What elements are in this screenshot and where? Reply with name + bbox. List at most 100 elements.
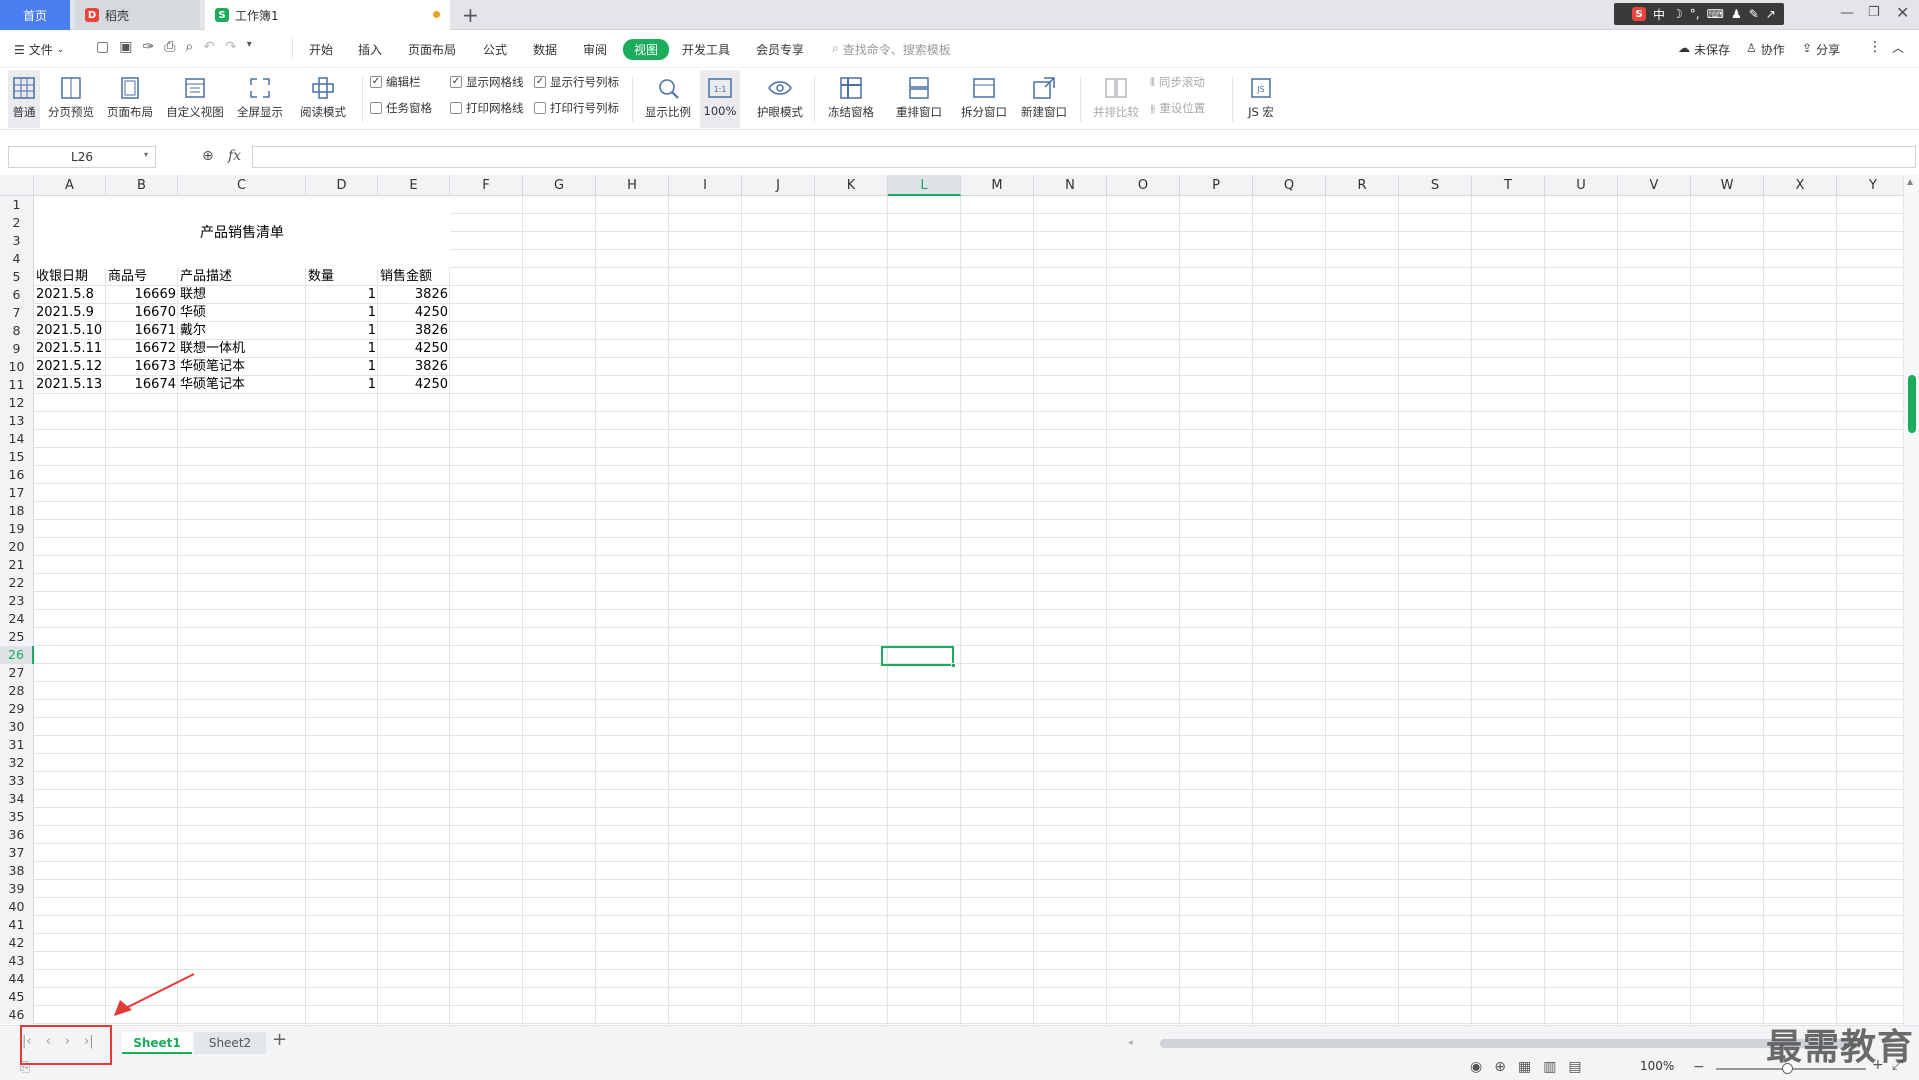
tab-daoke[interactable]: D 稻壳 <box>75 0 200 30</box>
cell-quantity[interactable]: 1 <box>306 376 378 394</box>
freeze-panes-button[interactable]: 冻结窗格 <box>820 70 882 128</box>
cell-quantity[interactable]: 1 <box>306 304 378 322</box>
reading-mode-button[interactable]: 阅读模式 <box>294 70 352 128</box>
row-header-27[interactable]: 27 <box>0 664 34 682</box>
row-header-34[interactable]: 34 <box>0 790 34 808</box>
h-scroll-left-icon[interactable]: ◂ <box>1128 1038 1133 1048</box>
cell-amount[interactable]: 4250 <box>378 340 450 358</box>
page-break-preview-button[interactable]: 分页预览 <box>46 70 96 128</box>
row-header-32[interactable]: 32 <box>0 754 34 772</box>
cell-quantity[interactable]: 1 <box>306 358 378 376</box>
column-header-T[interactable]: T <box>1472 175 1545 196</box>
row-header-37[interactable]: 37 <box>0 844 34 862</box>
cell-description[interactable]: 华硕 <box>178 304 306 322</box>
row-header-28[interactable]: 28 <box>0 682 34 700</box>
row-header-18[interactable]: 18 <box>0 502 34 520</box>
undo-icon[interactable]: ↶ <box>203 39 215 55</box>
fx-icon[interactable]: fx <box>228 148 241 164</box>
row-header-2[interactable]: 2 <box>0 214 34 232</box>
cell-quantity[interactable]: 1 <box>306 322 378 340</box>
zoom-100-button[interactable]: 1:1 100% <box>700 70 740 128</box>
restore-button[interactable]: ❐ <box>1868 5 1880 20</box>
new-file-icon[interactable]: ▢ <box>96 39 109 55</box>
sheet-title[interactable]: 产品销售清单 <box>34 196 450 268</box>
normal-view-button[interactable]: 普通 <box>8 70 40 128</box>
normal-view-icon[interactable]: ▦ <box>1518 1059 1531 1075</box>
cell-product-id[interactable]: 16671 <box>106 322 178 340</box>
column-header-A[interactable]: A <box>34 175 106 196</box>
cell-product-id[interactable]: 16674 <box>106 376 178 394</box>
column-header-Q[interactable]: Q <box>1253 175 1326 196</box>
print-preview-icon[interactable]: ⌕ <box>185 39 193 55</box>
row-header-45[interactable]: 45 <box>0 988 34 1006</box>
menu-developer[interactable]: 开发工具 <box>682 41 730 58</box>
cell-description[interactable]: 华硕笔记本 <box>178 358 306 376</box>
eye-protection-button[interactable]: 护眼模式 <box>752 70 808 128</box>
split-window-button[interactable]: 拆分窗口 <box>956 70 1012 128</box>
new-tab-button[interactable]: + <box>462 3 479 27</box>
column-header-L[interactable]: L <box>888 175 961 196</box>
active-cell[interactable] <box>881 646 956 668</box>
tab-home[interactable]: 首页 <box>0 0 70 30</box>
reset-position-button[interactable]: ⫵ 重设位置 <box>1150 100 1205 116</box>
column-header-M[interactable]: M <box>961 175 1034 196</box>
eye-status-icon[interactable]: ◉ <box>1470 1059 1482 1075</box>
ime-toolbar[interactable]: S 中 ☽ °, ⌨ ♟ ✎ ↗ <box>1614 3 1784 25</box>
row-header-44[interactable]: 44 <box>0 970 34 988</box>
fill-handle[interactable] <box>951 663 956 668</box>
column-header-N[interactable]: N <box>1034 175 1107 196</box>
name-box[interactable]: L26 <box>8 146 156 168</box>
checkbox-task-pane[interactable]: 任务窗格 <box>370 100 432 116</box>
collab-button[interactable]: ♙ 协作 <box>1746 41 1785 58</box>
name-box-dropdown-icon[interactable]: ▾ <box>144 150 148 159</box>
row-header-42[interactable]: 42 <box>0 934 34 952</box>
print-icon[interactable]: ⎙ <box>164 39 175 55</box>
js-macro-button[interactable]: JS JS 宏 <box>1238 70 1284 128</box>
row-header-12[interactable]: 12 <box>0 394 34 412</box>
row-header-21[interactable]: 21 <box>0 556 34 574</box>
zoom-formula-icon[interactable]: ⊕ <box>202 148 214 164</box>
column-header-J[interactable]: J <box>742 175 815 196</box>
row-header-30[interactable]: 30 <box>0 718 34 736</box>
row-header-24[interactable]: 24 <box>0 610 34 628</box>
column-header-D[interactable]: D <box>306 175 378 196</box>
scroll-up-icon[interactable]: ▲ <box>1907 177 1913 186</box>
cell-product-id[interactable]: 16672 <box>106 340 178 358</box>
menu-page-layout[interactable]: 页面布局 <box>408 41 456 58</box>
header-description[interactable]: 产品描述 <box>178 268 306 286</box>
arrange-windows-button[interactable]: 重排窗口 <box>888 70 950 128</box>
row-header-4[interactable]: 4 <box>0 250 34 268</box>
add-sheet-button[interactable]: + <box>272 1029 287 1050</box>
close-button[interactable]: ✕ <box>1896 3 1909 22</box>
row-header-3[interactable]: 3 <box>0 232 34 250</box>
column-header-P[interactable]: P <box>1180 175 1253 196</box>
command-search[interactable]: ⌕ 查找命令、搜索模板 <box>832 41 951 58</box>
select-all-corner[interactable] <box>0 175 34 196</box>
sheet-tab-sheet2[interactable]: Sheet2 <box>194 1032 266 1054</box>
row-header-9[interactable]: 9 <box>0 340 34 358</box>
checkbox-show-headings[interactable]: ✓ 显示行号列标 <box>534 74 619 90</box>
row-header-43[interactable]: 43 <box>0 952 34 970</box>
row-header-41[interactable]: 41 <box>0 916 34 934</box>
column-header-V[interactable]: V <box>1618 175 1691 196</box>
collapse-ribbon-icon[interactable]: ︿ <box>1892 39 1904 56</box>
row-header-8[interactable]: 8 <box>0 322 34 340</box>
row-header-16[interactable]: 16 <box>0 466 34 484</box>
zoom-out-button[interactable]: − <box>1693 1059 1705 1075</box>
column-header-K[interactable]: K <box>815 175 888 196</box>
row-header-15[interactable]: 15 <box>0 448 34 466</box>
horizontal-scroll-thumb[interactable] <box>1160 1039 1860 1048</box>
column-header-O[interactable]: O <box>1107 175 1180 196</box>
row-header-40[interactable]: 40 <box>0 898 34 916</box>
cell-amount[interactable]: 3826 <box>378 322 450 340</box>
tab-workbook[interactable]: S 工作簿1 <box>205 0 450 30</box>
row-header-11[interactable]: 11 <box>0 376 34 394</box>
header-amount[interactable]: 销售金额 <box>378 268 450 286</box>
header-date[interactable]: 收银日期 <box>34 268 106 286</box>
row-header-14[interactable]: 14 <box>0 430 34 448</box>
column-header-I[interactable]: I <box>669 175 742 196</box>
header-quantity[interactable]: 数量 <box>306 268 378 286</box>
row-header-6[interactable]: 6 <box>0 286 34 304</box>
page-layout-button[interactable]: 页面布局 <box>104 70 156 128</box>
redo-icon[interactable]: ↷ <box>225 39 237 55</box>
